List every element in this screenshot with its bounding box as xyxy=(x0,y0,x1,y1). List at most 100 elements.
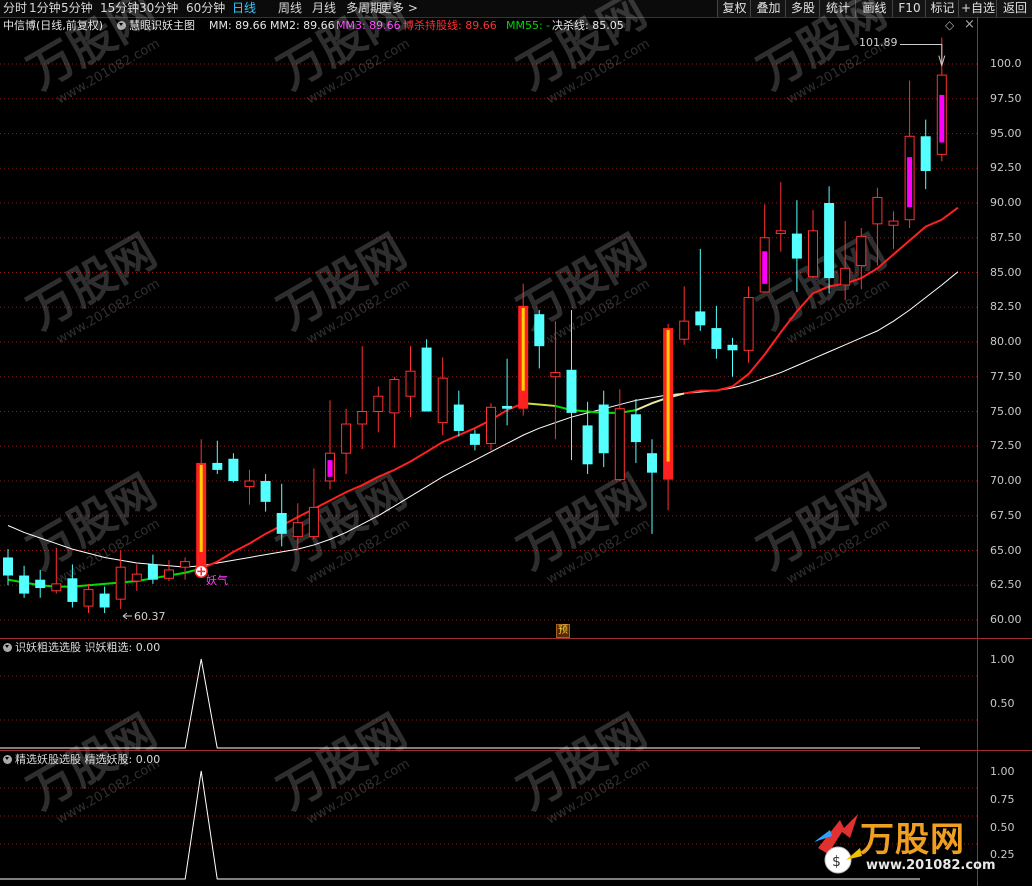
pane2-tick-2: 0.75 xyxy=(990,793,1015,806)
watermark: 万股网www.201082.com xyxy=(509,464,656,588)
candle-body xyxy=(727,344,738,351)
candle-body xyxy=(598,404,609,454)
candle-body xyxy=(840,267,851,286)
pane2-value: 精选妖股: 0.00 xyxy=(84,753,161,766)
candle-body xyxy=(582,425,593,465)
y-tick: 77.50 xyxy=(990,369,1022,383)
watermark: 万股网www.201082.com xyxy=(749,464,896,588)
watermark: 万股网www.201082.com xyxy=(19,704,166,828)
y-tick: 92.50 xyxy=(990,161,1022,175)
pane1-header[interactable]: 识妖粗选选股 识妖粗选: 0.00 xyxy=(3,641,160,655)
y-tick: 90.00 xyxy=(990,196,1022,209)
candle-body xyxy=(308,506,319,538)
watermark: 万股网www.201082.com xyxy=(509,0,656,108)
candle-highlight xyxy=(666,330,670,462)
candle-body xyxy=(566,369,577,413)
watermark: 万股网www.201082.com xyxy=(269,464,416,588)
candle-body xyxy=(711,328,722,349)
y-tick: 82.50 xyxy=(990,300,1022,314)
y-tick: 70.00 xyxy=(990,474,1022,487)
candle-body xyxy=(695,311,706,326)
candle-body xyxy=(824,203,835,279)
candle-body xyxy=(357,411,368,425)
watermark: 万股网www.201082.com xyxy=(509,704,656,828)
candle-body xyxy=(373,395,384,412)
pre-marker[interactable]: 预 xyxy=(556,624,570,638)
y-tick: 80.00 xyxy=(990,335,1022,348)
candle-body xyxy=(341,423,352,454)
watermark: 万股网www.201082.com xyxy=(509,224,656,348)
candle-body xyxy=(147,564,158,580)
y-tick: 62.50 xyxy=(990,578,1022,592)
pane2-header[interactable]: 精选妖股选股 精选妖股: 0.00 xyxy=(3,753,160,767)
candle-highlight xyxy=(199,464,203,552)
candle-body xyxy=(888,220,899,226)
candle-body xyxy=(550,372,561,378)
candle-body xyxy=(469,433,480,445)
y-tick: 95.00 xyxy=(990,126,1022,140)
candle-body xyxy=(131,573,142,582)
candle-body xyxy=(534,314,545,347)
pane-divider-1 xyxy=(0,638,1032,639)
pane-divider-2 xyxy=(0,750,1032,751)
candle-body xyxy=(502,405,513,409)
dropdown-icon[interactable] xyxy=(3,755,12,764)
high-price-label: 101.89 xyxy=(859,36,898,49)
y-tick: 75.00 xyxy=(990,404,1022,418)
pane1-tick-2: 0.50 xyxy=(990,697,1015,710)
svg-text:$: $ xyxy=(832,854,841,870)
y-tick: 97.50 xyxy=(990,91,1022,105)
candle-body xyxy=(679,320,690,340)
candle-body xyxy=(453,404,464,431)
candle-body xyxy=(67,578,78,602)
candle-body xyxy=(630,414,641,443)
watermark: 万股网www.201082.com xyxy=(749,0,896,108)
y-tick: 67.50 xyxy=(990,508,1022,522)
candle-body xyxy=(920,136,931,172)
candle-body xyxy=(614,408,625,481)
candle-highlight xyxy=(907,157,913,208)
candle-body xyxy=(35,579,46,589)
watermark: 万股网www.201082.com xyxy=(269,0,416,108)
pane1-value: 识妖粗选: 0.00 xyxy=(84,641,161,654)
candle-body xyxy=(856,235,867,267)
watermark: 万股网www.201082.com xyxy=(269,224,416,348)
pane2-tick-1: 1.00 xyxy=(990,765,1015,778)
pane2-title: 精选妖股选股 xyxy=(15,753,81,766)
pane2-signal-line xyxy=(0,770,920,880)
dropdown-icon[interactable] xyxy=(3,643,12,652)
signal-label: 妖气 xyxy=(206,574,228,587)
watermark: 万股网www.201082.com xyxy=(19,224,166,348)
candle-body xyxy=(405,370,416,397)
candle-body xyxy=(260,481,271,502)
candle-body xyxy=(389,379,400,414)
candle-body xyxy=(808,230,818,278)
candle-body xyxy=(775,230,786,235)
candle-highlight xyxy=(939,94,945,143)
candle-body xyxy=(872,196,883,225)
brand-logo-url: www.201082.com xyxy=(866,858,996,873)
candle-body xyxy=(180,561,191,568)
brand-logo-text: 万股网 xyxy=(860,820,965,860)
candle-body xyxy=(83,588,94,607)
candle-body xyxy=(3,557,13,576)
pane1-tick-1: 1.00 xyxy=(990,653,1015,666)
candle-body xyxy=(244,480,255,488)
candle-highlight xyxy=(762,251,768,284)
y-tick: 60.00 xyxy=(990,613,1022,626)
candle-body xyxy=(276,512,287,534)
watermark: 万股网www.201082.com xyxy=(19,0,166,108)
candle-body xyxy=(99,593,110,608)
candle-body xyxy=(647,453,657,473)
candle-body xyxy=(437,377,448,424)
candle-body xyxy=(228,458,239,481)
y-tick: 72.50 xyxy=(990,439,1022,453)
candle-body xyxy=(19,575,30,594)
watermark: 万股网www.201082.com xyxy=(269,704,416,828)
y-tick: 87.50 xyxy=(990,230,1022,244)
candle-highlight xyxy=(327,460,333,477)
candle-body xyxy=(51,583,62,592)
candle-body xyxy=(212,462,223,470)
candle-body xyxy=(743,297,754,351)
high-arrow xyxy=(900,44,943,66)
